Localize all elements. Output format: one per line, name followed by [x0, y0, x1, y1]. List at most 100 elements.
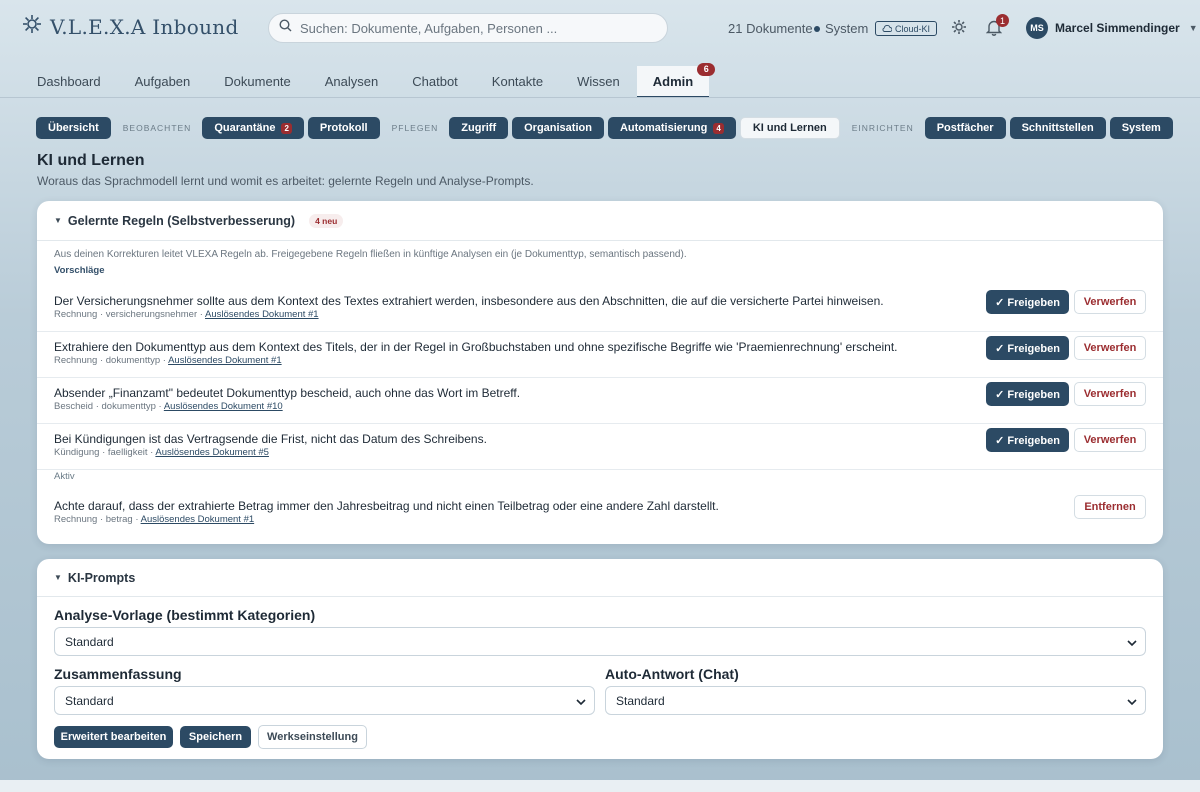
- tab-divider: [0, 97, 1200, 98]
- avatar: MS: [1026, 17, 1048, 39]
- group-label-observe: BEOBACHTEN: [122, 123, 192, 133]
- advanced-edit-button[interactable]: Erweitert bearbeiten: [54, 726, 173, 748]
- ai-prompts-header[interactable]: ▼ KI-Prompts: [37, 559, 1163, 597]
- rule-text: Bei Kündigungen ist das Vertragsende die…: [54, 432, 487, 446]
- summary-select[interactable]: Standard: [54, 686, 595, 715]
- suggestions-label: Vorschläge: [54, 265, 105, 276]
- source-document-link[interactable]: Auslösendes Dokument #1: [141, 514, 255, 525]
- subnav-access[interactable]: Zugriff: [449, 117, 509, 139]
- active-label: Aktiv: [54, 471, 75, 482]
- rule-meta-tags: Kündigung · faelligkeit ·: [54, 447, 156, 458]
- gear-icon[interactable]: [951, 19, 967, 40]
- approve-button[interactable]: ✓ Freigeben: [986, 336, 1069, 360]
- rule-text: Der Versicherungsnehmer sollte aus dem K…: [54, 294, 884, 308]
- tab-dashboard[interactable]: Dashboard: [20, 66, 118, 98]
- search-box[interactable]: [268, 13, 668, 43]
- tab-wissen[interactable]: Wissen: [560, 66, 637, 98]
- analysis-template-label: Analyse-Vorlage (bestimmt Kategorien): [54, 607, 316, 623]
- collapse-triangle-icon: ▼: [54, 573, 62, 582]
- group-label-setup: EINRICHTEN: [851, 123, 914, 133]
- tab-aufgaben[interactable]: Aufgaben: [118, 66, 208, 98]
- auto-reply-value: Standard: [616, 694, 665, 708]
- approve-button[interactable]: ✓ Freigeben: [986, 428, 1069, 452]
- rule-meta: Kündigung · faelligkeit · Auslösendes Do…: [54, 447, 269, 458]
- logo-icon: [22, 14, 42, 39]
- auto-reply-select[interactable]: Standard: [605, 686, 1146, 715]
- cloud-ai-badge[interactable]: Cloud-KI: [875, 21, 938, 36]
- top-bar: V.L.E.X.A Inbound 21 Dokumente System Cl…: [0, 0, 1200, 56]
- subnav-organisation[interactable]: Organisation: [512, 117, 604, 139]
- analysis-template-value: Standard: [65, 635, 114, 649]
- summary-value: Standard: [65, 694, 114, 708]
- group-label-maintain: PFLEGEN: [391, 123, 439, 133]
- rule-meta-tags: Rechnung · versicherungsnehmer ·: [54, 309, 206, 320]
- source-document-link[interactable]: Auslösendes Dokument #10: [164, 401, 283, 412]
- chevron-down-icon: ▼: [1188, 23, 1198, 33]
- subnav-ai-learning[interactable]: KI und Lernen: [739, 117, 840, 139]
- footer-band: [0, 780, 1200, 792]
- source-document-link[interactable]: Auslösendes Dokument #1: [168, 355, 282, 366]
- subnav-automation[interactable]: Automatisierung 4: [607, 117, 736, 139]
- search-input[interactable]: [300, 20, 650, 36]
- tab-kontakte[interactable]: Kontakte: [475, 66, 560, 98]
- rules-intro: Aus deinen Korrekturen leitet VLEXA Rege…: [54, 249, 687, 260]
- chevron-down-icon: [1127, 636, 1137, 650]
- analysis-template-select[interactable]: Standard: [54, 627, 1146, 656]
- tab-admin[interactable]: Admin 6: [636, 63, 716, 98]
- suggestion-row: Der Versicherungsnehmer sollte aus dem K…: [37, 286, 1163, 332]
- reject-button[interactable]: Verwerfen: [1074, 336, 1146, 360]
- main-tabs: Dashboard Aufgaben Dokumente Analysen Ch…: [20, 63, 716, 98]
- subnav-quarantine[interactable]: Quarantäne 2: [202, 117, 304, 139]
- ai-prompts-card: ▼ KI-Prompts Analyse-Vorlage (bestimmt K…: [37, 559, 1163, 759]
- document-count[interactable]: 21 Dokumente: [728, 21, 813, 36]
- new-rules-badge: 4 neu: [309, 213, 344, 228]
- save-button[interactable]: Speichern: [180, 726, 251, 748]
- learned-rules-card: ▼ Gelernte Regeln (Selbstverbesserung) 4…: [37, 201, 1163, 544]
- notification-badge: 1: [996, 14, 1009, 27]
- subnav-system[interactable]: System: [1109, 117, 1173, 139]
- source-document-link[interactable]: Auslösendes Dokument #5: [155, 447, 269, 458]
- suggestion-row: Extrahiere den Dokumenttyp aus dem Konte…: [37, 332, 1163, 378]
- subnav-interfaces[interactable]: Schnittstellen: [1009, 117, 1106, 139]
- user-name: Marcel Simmendinger: [1055, 21, 1180, 35]
- learned-rules-header[interactable]: ▼ Gelernte Regeln (Selbstverbesserung) 4…: [37, 201, 1163, 241]
- approve-button[interactable]: ✓ Freigeben: [986, 290, 1069, 314]
- chevron-down-icon: [1127, 695, 1137, 709]
- reject-button[interactable]: Verwerfen: [1074, 428, 1146, 452]
- rule-text: Extrahiere den Dokumenttyp aus dem Konte…: [54, 340, 898, 354]
- rule-text: Achte darauf, dass der extrahierte Betra…: [54, 499, 719, 513]
- quarantine-count: 2: [281, 122, 292, 134]
- collapse-triangle-icon: ▼: [54, 216, 62, 225]
- subnav-overview[interactable]: Übersicht: [36, 117, 111, 139]
- subnav-mailboxes[interactable]: Postfächer: [924, 117, 1006, 139]
- brand[interactable]: V.L.E.X.A Inbound: [22, 14, 239, 39]
- subnav-protocol[interactable]: Protokoll: [307, 117, 380, 139]
- remove-button[interactable]: Entfernen: [1074, 495, 1146, 519]
- automation-count: 4: [713, 122, 724, 134]
- source-document-link[interactable]: Auslösendes Dokument #1: [205, 309, 319, 320]
- tab-chatbot[interactable]: Chatbot: [395, 66, 475, 98]
- cloud-icon: [882, 24, 893, 34]
- user-menu[interactable]: MS Marcel Simmendinger ▼: [1026, 17, 1198, 39]
- rule-text: Absender „Finanzamt" bedeutet Dokumentty…: [54, 386, 521, 400]
- summary-label: Zusammenfassung: [54, 666, 182, 682]
- approve-button[interactable]: ✓ Freigeben: [986, 382, 1069, 406]
- reject-button[interactable]: Verwerfen: [1074, 382, 1146, 406]
- rule-meta-tags: Rechnung · dokumenttyp ·: [54, 355, 169, 366]
- suggestion-row: Bei Kündigungen ist das Vertragsende die…: [37, 424, 1163, 470]
- system-status[interactable]: System: [814, 21, 868, 36]
- tab-admin-label: Admin: [652, 74, 694, 89]
- chevron-down-icon: [576, 695, 586, 709]
- rule-meta: Rechnung · betrag · Auslösendes Dokument…: [54, 514, 254, 525]
- admin-count-badge: 6: [697, 63, 716, 76]
- active-rule-row: Achte darauf, dass der extrahierte Betra…: [37, 491, 1163, 537]
- auto-reply-label: Auto-Antwort (Chat): [605, 666, 739, 682]
- factory-reset-button[interactable]: Werkseinstellung: [258, 725, 367, 749]
- reject-button[interactable]: Verwerfen: [1074, 290, 1146, 314]
- status-dot: [814, 25, 820, 32]
- ai-prompts-title: KI-Prompts: [67, 570, 136, 585]
- learned-rules-title: Gelernte Regeln (Selbstverbesserung): [67, 213, 296, 228]
- tab-analysen[interactable]: Analysen: [308, 66, 395, 98]
- tab-dokumente[interactable]: Dokumente: [207, 66, 307, 98]
- admin-subnav: Übersicht BEOBACHTEN Quarantäne 2 Protok…: [36, 117, 1173, 139]
